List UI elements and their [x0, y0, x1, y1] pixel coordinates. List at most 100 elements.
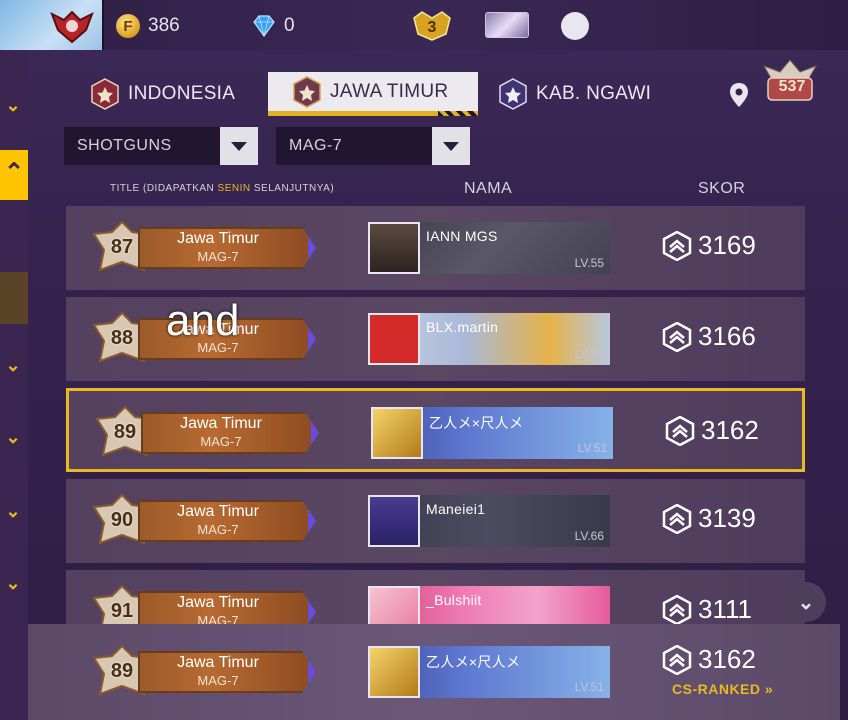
profile-banner[interactable]	[0, 0, 104, 50]
title-banner: Jawa Timur MAG-7	[138, 500, 316, 542]
score: 3162	[662, 644, 756, 675]
player-name: BLX.martin	[426, 319, 499, 335]
score: 3166	[662, 321, 756, 352]
avatar	[368, 495, 420, 547]
score-icon	[665, 415, 695, 446]
globe-icon[interactable]	[561, 12, 589, 40]
tab-label: KAB. NGAWI	[536, 83, 652, 104]
player-name: 乙人メ×尺人メ	[429, 415, 524, 431]
gold-coin-icon: F	[116, 14, 140, 38]
rank-badge-icon[interactable]: 3	[410, 8, 454, 42]
tab-indonesia[interactable]: INDONESIA	[88, 72, 235, 116]
player-name: _Bulshiit	[426, 592, 482, 608]
svg-text:3: 3	[428, 19, 437, 36]
score-icon	[662, 503, 692, 534]
player-card[interactable]: 乙人メ×尺人メ LV.51	[368, 646, 610, 698]
banner-region: Jawa Timur	[177, 654, 259, 671]
chevron-down-icon[interactable]: ⌄	[2, 356, 24, 374]
player-level: LV.51	[577, 441, 607, 455]
score-icon	[662, 230, 692, 261]
chevron-down-icon[interactable]: ⌄	[2, 502, 24, 520]
category-value: SHOTGUNS	[77, 137, 172, 154]
title-banner: Jawa Timur MAG-7	[138, 651, 316, 693]
banner-region: Jawa Timur	[177, 594, 259, 611]
weapon-value: MAG-7	[289, 137, 343, 154]
score: 3111	[662, 594, 752, 625]
scroll-down-icon[interactable]: ⌄	[786, 582, 826, 622]
rank-number: 87	[110, 236, 134, 258]
gold-amount: 386	[148, 15, 180, 36]
player-name: 乙人メ×尺人メ	[426, 654, 521, 670]
score-value: 3162	[701, 415, 759, 445]
dropdown-arrow-icon[interactable]	[220, 127, 258, 165]
player-level: LV.66	[574, 529, 604, 543]
banner-region: Jawa Timur	[177, 503, 259, 520]
elite-pass-icon[interactable]	[485, 12, 529, 38]
score-icon	[662, 321, 692, 352]
title-column-header: TITLE (DIDAPATKAN SENIN SELANJUTNYA)	[110, 183, 335, 194]
player-level: LV.34	[574, 347, 604, 361]
diamond-icon	[253, 15, 275, 37]
player-card[interactable]: BLX.martin LV.34	[368, 313, 610, 365]
banner-weapon: MAG-7	[197, 522, 239, 537]
player-level: LV.55	[574, 256, 604, 270]
player-name: IANN MGS	[426, 228, 498, 244]
avatar	[368, 313, 420, 365]
player-name: Maneiei1	[426, 501, 486, 517]
region-tabs: INDONESIA JAWA TIMUR KAB. NGAWI	[68, 72, 848, 116]
my-rank-row[interactable]: 89 Jawa Timur MAG-7 乙人メ×尺人メ LV.51 3162 C…	[28, 624, 840, 720]
score: 3139	[662, 503, 756, 534]
score-icon	[662, 644, 692, 675]
player-card[interactable]: IANN MGS LV.55	[368, 222, 610, 274]
tab-kab-ngawi[interactable]: KAB. NGAWI	[496, 72, 651, 116]
chevron-down-icon[interactable]: ⌄	[2, 574, 24, 592]
left-rail: ⌄ ⌃ ⌄ ⌄ ⌄ ⌄	[0, 50, 28, 720]
dropdown-arrow-icon[interactable]	[432, 127, 470, 165]
score: 3162	[665, 415, 759, 446]
diamond-counter[interactable]: 0	[252, 14, 295, 38]
table-row-current-player[interactable]: 89 Jawa Timur MAG-7 乙人メ×尺人メ LV.51 3162	[66, 388, 805, 472]
banner-weapon: MAG-7	[197, 673, 239, 688]
rail-tab[interactable]	[0, 272, 28, 324]
gold-counter[interactable]: F 386	[116, 14, 180, 38]
banner-region: Jawa Timur	[180, 415, 262, 432]
player-card[interactable]: Maneiei1 LV.66	[368, 495, 610, 547]
score-value: 3169	[698, 230, 756, 260]
score: 3169	[662, 230, 756, 261]
rank-number: 88	[110, 327, 134, 349]
banner-weapon: MAG-7	[197, 249, 239, 264]
diamond-amount: 0	[284, 15, 295, 36]
region-badge-icon	[293, 75, 321, 108]
chevron-down-icon[interactable]: ⌄	[2, 96, 24, 114]
top-bar: F 386 0 3	[0, 0, 848, 50]
avatar	[368, 222, 420, 274]
leaderboard-panel: INDONESIA JAWA TIMUR KAB. NGAWI 537 SHOT…	[28, 50, 848, 720]
chevron-up-icon[interactable]: ⌃	[0, 150, 28, 200]
title-banner: Jawa Timur MAG-7	[138, 227, 316, 269]
banner-weapon: MAG-7	[200, 434, 242, 449]
rank-number: 91	[110, 600, 134, 622]
category-dropdown[interactable]: SHOTGUNS	[64, 127, 258, 165]
table-row[interactable]: 87 Jawa Timur MAG-7 IANN MGS LV.55 3169	[66, 206, 805, 290]
location-pin-icon[interactable]	[728, 82, 750, 108]
score-value: 3166	[698, 321, 756, 351]
score-value: 3139	[698, 503, 756, 533]
video-caption: and	[166, 296, 240, 345]
region-badge-icon	[499, 78, 527, 110]
region-badge-icon	[91, 78, 119, 110]
rank-number: 89	[110, 660, 134, 682]
player-card[interactable]: 乙人メ×尺人メ LV.51	[371, 407, 613, 459]
name-column-header: NAMA	[464, 180, 513, 197]
cs-ranked-link[interactable]: CS-RANKED »	[672, 681, 773, 697]
tab-label: JAWA TIMUR	[330, 80, 449, 102]
title-banner: Jawa Timur MAG-7	[141, 412, 319, 454]
chevron-down-icon[interactable]: ⌄	[2, 428, 24, 446]
avatar	[368, 646, 420, 698]
score-icon	[662, 594, 692, 625]
weapon-dropdown[interactable]: MAG-7	[276, 127, 470, 165]
table-row[interactable]: 90 Jawa Timur MAG-7 Maneiei1 LV.66 3139	[66, 479, 805, 563]
score-column-header: SKOR	[698, 180, 746, 197]
avatar	[371, 407, 423, 459]
score-value: 3162	[698, 644, 756, 674]
tab-jawa-timur[interactable]: JAWA TIMUR	[268, 72, 479, 116]
